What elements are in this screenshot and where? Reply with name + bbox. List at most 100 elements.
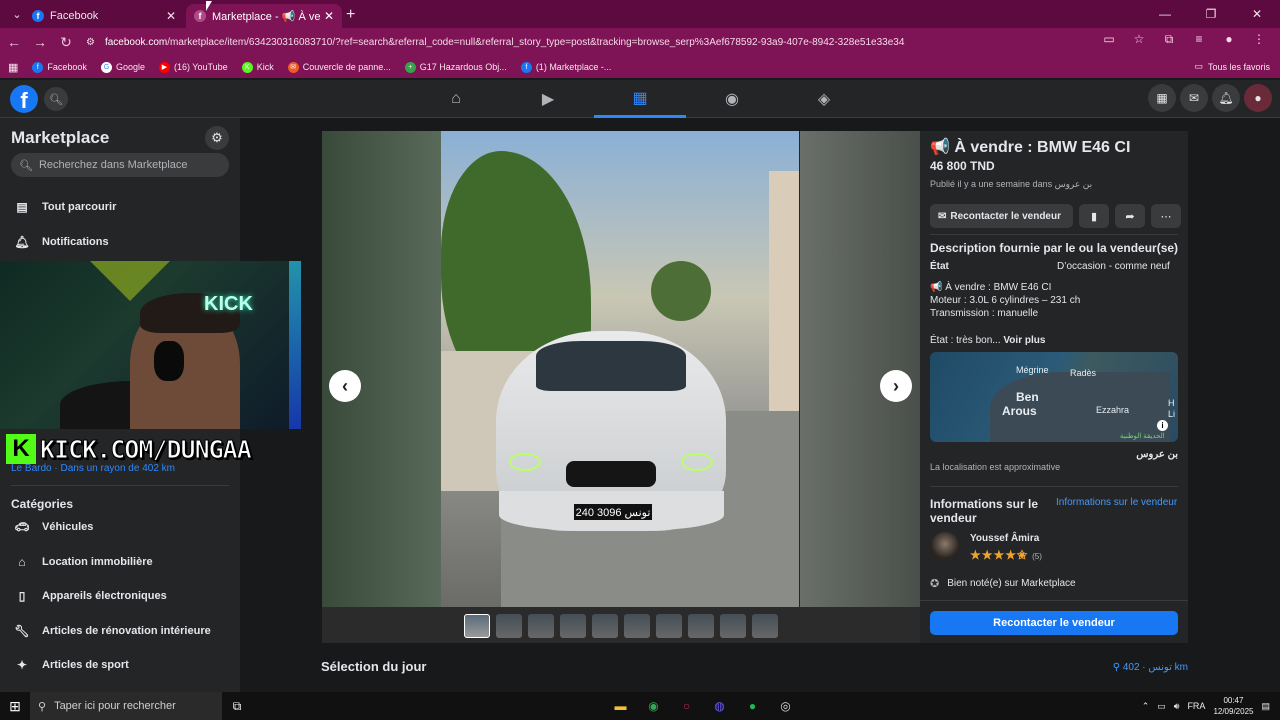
map-info-icon[interactable]: i [1157, 420, 1168, 431]
back-icon[interactable]: ← [2, 34, 26, 50]
gallery-thumbnail[interactable] [656, 614, 682, 638]
see-more-link[interactable]: Voir plus [1003, 335, 1045, 346]
search-icon: ⚲ [38, 700, 47, 713]
nav-home-icon[interactable]: ⌂ [410, 80, 502, 118]
nav-gaming-icon[interactable]: ◈ [778, 80, 870, 118]
todays-picks-location[interactable]: ⚲ تونس · 402 km [1113, 662, 1188, 673]
gallery-thumbnail[interactable] [592, 614, 618, 638]
location-map[interactable]: Mégrine Radès Ben Arous Ezzahra H Li الح… [930, 352, 1178, 442]
all-bookmarks[interactable]: ▭ Tous les favoris [1194, 61, 1270, 72]
messenger-icon[interactable]: ✉ [1180, 84, 1208, 112]
tray-chevron-icon[interactable]: ⌃ [1142, 701, 1150, 712]
cast-icon[interactable]: ▭ [1094, 32, 1124, 47]
taskbar-search-input[interactable]: ⚲ Taper ici pour rechercher [30, 692, 222, 720]
url-host: facebook.com [104, 36, 168, 48]
bookmark-item[interactable]: f (1) Marketplace -... [520, 61, 611, 73]
close-tab-icon[interactable]: ✕ [166, 9, 176, 23]
description-line: Transmission : manuelle [930, 308, 1039, 319]
more-options-button[interactable]: ⋯ [1151, 204, 1181, 228]
profile-icon[interactable]: ● [1214, 32, 1244, 47]
obs-icon[interactable]: ◎ [769, 692, 802, 720]
gallery-thumbnail[interactable] [496, 614, 522, 638]
kick-neon-sign: KICK [204, 293, 253, 315]
all-bookmarks-label: Tous les favoris [1207, 61, 1270, 72]
windows-start-icon[interactable]: ⊞ [0, 698, 30, 715]
network-icon[interactable]: ▭ [1157, 701, 1166, 712]
seller-name[interactable]: Youssef Âmira [970, 533, 1039, 544]
gallery-thumbnail[interactable] [464, 614, 490, 638]
listing-photo[interactable]: 240 تونس 3096 [441, 131, 799, 607]
opera-icon[interactable]: ○ [670, 692, 703, 720]
notifications-bell-icon[interactable]: 🔔︎ [1212, 84, 1240, 112]
close-window-icon[interactable]: ✕ [1234, 0, 1280, 28]
recontact-seller-button[interactable]: Recontacter le vendeur [930, 611, 1178, 635]
seller-avatar[interactable] [930, 532, 960, 562]
task-view-icon[interactable]: ⧉ [222, 699, 252, 714]
forward-icon[interactable]: → [28, 34, 52, 50]
search-icon[interactable]: 🔍︎ [44, 87, 68, 111]
category-vehicles[interactable]: 🚗︎ Véhicules [11, 516, 93, 538]
gallery-thumbnail[interactable] [624, 614, 650, 638]
extensions-icon[interactable]: ⧉ [1154, 32, 1184, 47]
gallery-thumbnail[interactable] [528, 614, 554, 638]
facebook-logo-icon[interactable]: f [10, 85, 38, 113]
gallery-thumbnail[interactable] [560, 614, 586, 638]
nav-marketplace-icon[interactable]: ▦ [594, 80, 686, 118]
apps-grid-icon[interactable]: ▦ [8, 61, 18, 74]
category-home-improvement[interactable]: 🔧︎ Articles de rénovation intérieure [11, 620, 210, 642]
menu-icon[interactable]: ⋮ [1244, 32, 1274, 47]
share-button[interactable]: ➦ [1115, 204, 1145, 228]
menu-grid-icon[interactable]: ▦ [1148, 84, 1176, 112]
rating-count: (5) [1032, 552, 1042, 561]
reload-icon[interactable]: ↻ [54, 34, 78, 51]
close-tab-icon[interactable]: ✕ [324, 9, 334, 23]
neon-strip [289, 261, 301, 429]
volume-icon[interactable]: 🔊︎ [1174, 701, 1180, 712]
save-bookmark-button[interactable]: ▮ [1079, 204, 1109, 228]
file-explorer-icon[interactable]: ▬ [604, 692, 637, 720]
category-electronics[interactable]: ▯ Appareils électroniques [11, 585, 167, 607]
nav-groups-icon[interactable]: ◉ [686, 80, 778, 118]
discord-icon[interactable]: ◍ [703, 692, 736, 720]
gallery-thumbnail[interactable] [720, 614, 746, 638]
chrome-icon[interactable]: ◉ [637, 692, 670, 720]
category-sports[interactable]: ✦ Articles de sport [11, 654, 129, 676]
restore-icon[interactable]: ❐ [1188, 0, 1234, 28]
bookmark-item[interactable]: ✉ Couvercle de panne... [287, 61, 391, 73]
sidebar-item-browse[interactable]: ▤ Tout parcourir [11, 196, 116, 218]
bookmark-item[interactable]: f Facebook [32, 61, 87, 73]
gallery-thumbnail[interactable] [688, 614, 714, 638]
wrench-icon: 🔧︎ [14, 624, 30, 638]
minimize-icon[interactable]: — [1142, 0, 1188, 28]
seller-info-link[interactable]: Informations sur le vendeur [1056, 497, 1177, 508]
settings-gear-icon[interactable]: ⚙ [205, 126, 229, 150]
bookmark-star-icon[interactable]: ☆ [1124, 32, 1154, 47]
bookmark-item[interactable]: ▶ (16) YouTube [158, 61, 228, 73]
listing-detail-panel: 📢 À vendre : BMW E46 CI 46 800 TND Publi… [920, 131, 1188, 643]
bookmark-item[interactable]: + G17 Hazardous Obj... [404, 61, 507, 73]
map-label: Radès [1070, 368, 1097, 378]
gallery-thumbnail[interactable] [752, 614, 778, 638]
bookmark-label: Facebook [47, 62, 87, 72]
url-input[interactable]: ⚙ facebook.com/marketplace/item/63423031… [80, 31, 1170, 53]
notification-center-icon[interactable]: ▤ [1261, 701, 1270, 712]
previous-image-button[interactable]: ‹ [329, 370, 361, 402]
bookmark-item[interactable]: K Kick [241, 61, 274, 73]
account-avatar[interactable]: ● [1244, 84, 1272, 112]
nav-video-icon[interactable]: ▶ [502, 80, 594, 118]
new-tab-icon[interactable]: + [346, 6, 355, 24]
tab-facebook[interactable]: f Facebook ✕ [24, 4, 184, 28]
map-label: Ezzahra [1096, 405, 1130, 415]
language-indicator[interactable]: FRA [1187, 701, 1205, 711]
category-property-rental[interactable]: ⌂ Location immobilière [11, 551, 152, 573]
bookmark-label: Kick [256, 62, 274, 72]
bookmark-item[interactable]: G Google [100, 61, 145, 73]
spotify-icon[interactable]: ● [736, 692, 769, 720]
reading-list-icon[interactable]: ≡ [1184, 32, 1214, 47]
sidebar-item-notifications[interactable]: 🔔︎ Notifications [11, 231, 108, 253]
contact-seller-button[interactable]: ✉ Recontacter le vendeur [930, 204, 1073, 228]
taskbar-clock[interactable]: 00:47 12/09/2025 [1213, 695, 1253, 717]
next-image-button[interactable]: › [880, 370, 912, 402]
site-info-icon[interactable]: ⚙ [86, 37, 95, 48]
marketplace-search-input[interactable]: 🔍︎ Recherchez dans Marketplace [11, 153, 229, 177]
